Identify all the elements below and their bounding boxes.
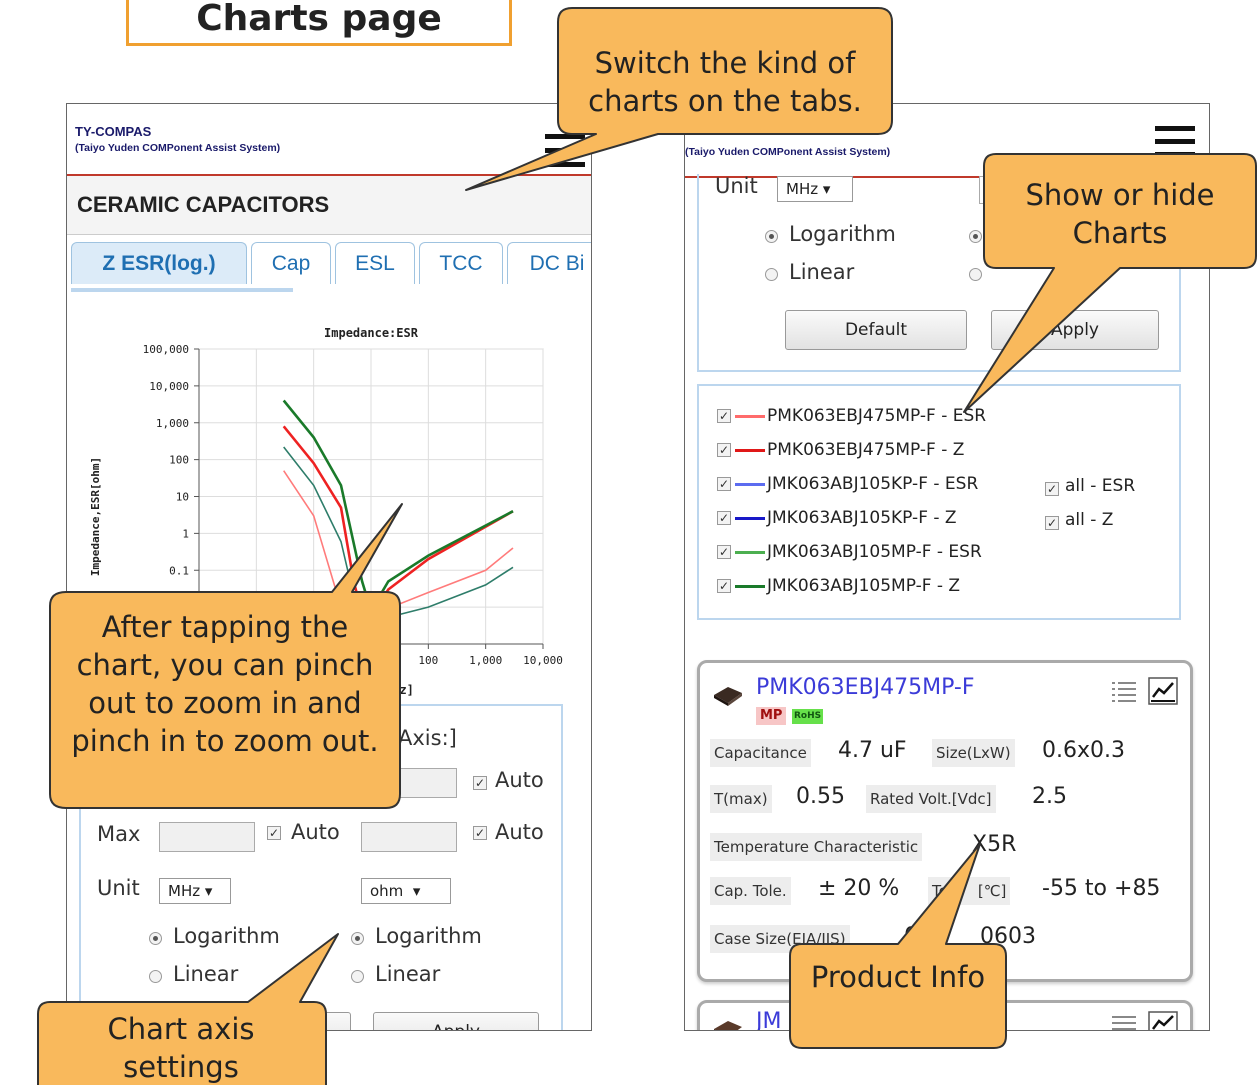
callout-shapes	[37, 7, 1257, 1085]
product-callout-bubble	[789, 843, 1007, 1049]
tabs-callout-text: Switch the kind of charts on the tabs.	[588, 46, 862, 118]
product-callout-text: Product Info	[810, 960, 986, 994]
show-hide-callout-text: Show or hide Charts	[1025, 178, 1215, 250]
axis-callout-text: Chart axis settings	[107, 1012, 255, 1084]
zoom-callout-text: After tapping the chart, you can pinch o…	[71, 610, 379, 758]
